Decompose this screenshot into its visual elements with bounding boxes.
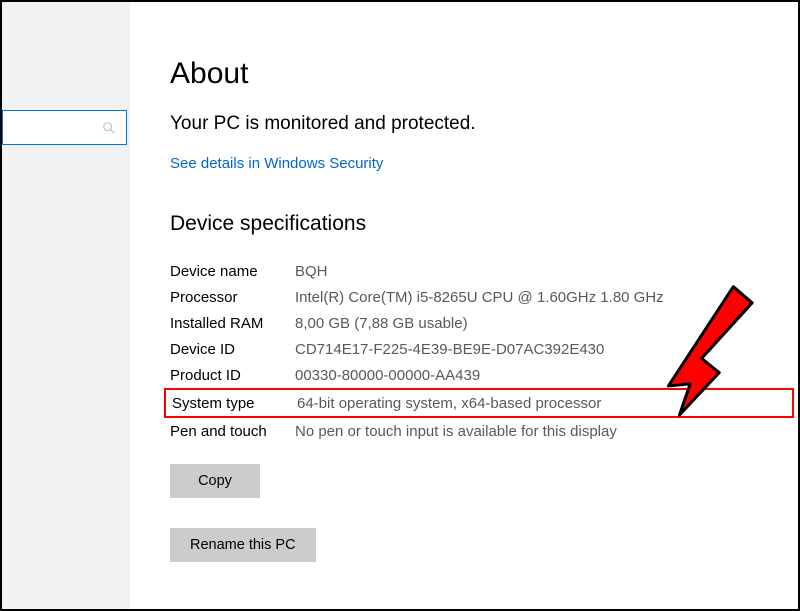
spec-value: CD714E17-F225-4E39-BE9E-D07AC392E430 [295, 341, 604, 358]
protection-status: Your PC is monitored and protected. [170, 113, 798, 135]
rename-pc-button[interactable]: Rename this PC [170, 528, 316, 562]
main-content: About Your PC is monitored and protected… [130, 2, 798, 609]
security-link[interactable]: See details in Windows Security [170, 155, 383, 172]
table-row-highlighted: System type 64-bit operating system, x64… [164, 388, 794, 418]
spec-value: BQH [295, 263, 328, 280]
table-row: Device name BQH [170, 258, 798, 284]
search-icon [102, 121, 116, 135]
spec-value: Intel(R) Core(TM) i5-8265U CPU @ 1.60GHz… [295, 289, 664, 306]
spec-value: 8,00 GB (7,88 GB usable) [295, 315, 468, 332]
device-specs-table: Device name BQH Processor Intel(R) Core(… [170, 258, 798, 444]
spec-value: 00330-80000-00000-AA439 [295, 367, 480, 384]
table-row: Processor Intel(R) Core(TM) i5-8265U CPU… [170, 284, 798, 310]
table-row: Device ID CD714E17-F225-4E39-BE9E-D07AC3… [170, 336, 798, 362]
table-row: Product ID 00330-80000-00000-AA439 [170, 362, 798, 388]
search-input[interactable] [2, 110, 127, 145]
spec-label: Product ID [170, 367, 295, 384]
sidebar [2, 2, 130, 609]
spec-value: 64-bit operating system, x64-based proce… [297, 395, 601, 412]
spec-label: System type [172, 395, 297, 412]
spec-label: Pen and touch [170, 423, 295, 440]
page-title: About [170, 57, 798, 91]
device-specs-heading: Device specifications [170, 212, 798, 236]
table-row: Pen and touch No pen or touch input is a… [170, 418, 798, 444]
spec-label: Processor [170, 289, 295, 306]
spec-label: Device ID [170, 341, 295, 358]
spec-value: No pen or touch input is available for t… [295, 423, 617, 440]
spec-label: Device name [170, 263, 295, 280]
spec-label: Installed RAM [170, 315, 295, 332]
copy-button[interactable]: Copy [170, 464, 260, 498]
table-row: Installed RAM 8,00 GB (7,88 GB usable) [170, 310, 798, 336]
